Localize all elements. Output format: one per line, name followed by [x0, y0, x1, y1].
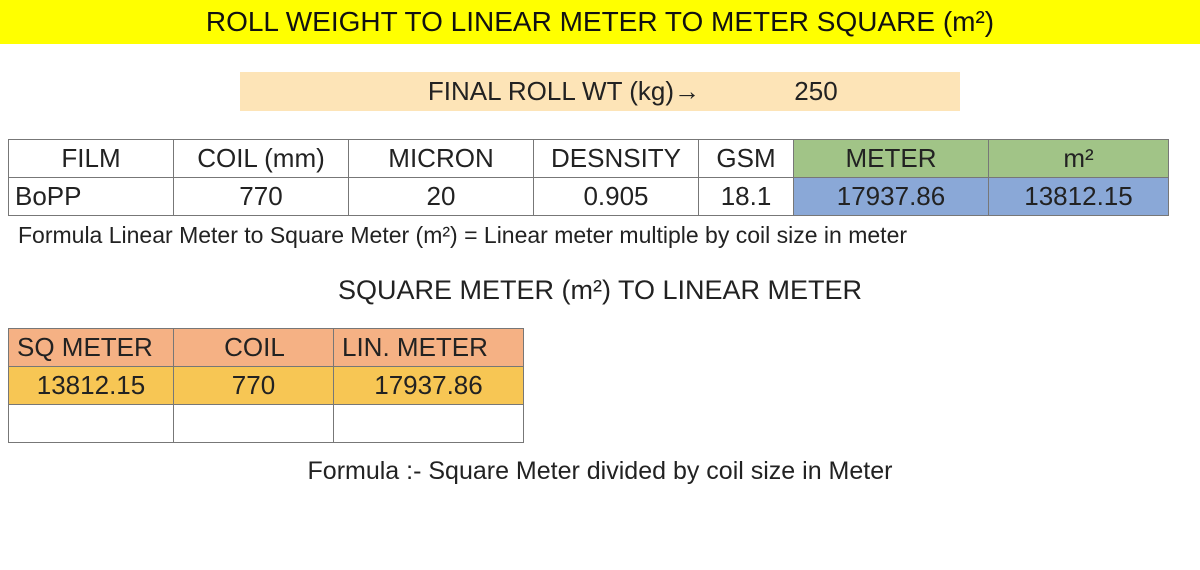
table-row: BoPP 770 20 0.905 18.1 17937.86 13812.15	[9, 178, 1169, 216]
col-header-density: DESNSITY	[534, 140, 699, 178]
formula-linear-to-square: Formula Linear Meter to Square Meter (m²…	[18, 222, 1200, 249]
col-header-meter: METER	[794, 140, 989, 178]
final-roll-weight-label: FINAL ROLL WT (kg)→	[240, 76, 716, 107]
cell-density: 0.905	[534, 178, 699, 216]
cell-empty	[334, 405, 524, 443]
final-roll-weight-value: 250	[716, 76, 916, 107]
page-title: ROLL WEIGHT TO LINEAR METER TO METER SQU…	[0, 0, 1200, 44]
table-row	[9, 405, 524, 443]
page: ROLL WEIGHT TO LINEAR METER TO METER SQU…	[0, 0, 1200, 570]
cell-lin-meter: 17937.86	[334, 367, 524, 405]
table-row: FILM COIL (mm) MICRON DESNSITY GSM METER…	[9, 140, 1169, 178]
col-header-film: FILM	[9, 140, 174, 178]
cell-empty	[9, 405, 174, 443]
conversion-table-2: SQ METER COIL LIN. METER 13812.15 770 17…	[8, 328, 524, 443]
col-header-sq-meter: SQ METER	[9, 329, 174, 367]
final-roll-weight-band: FINAL ROLL WT (kg)→ 250	[240, 72, 960, 111]
cell-coil-2: 770	[174, 367, 334, 405]
col-header-micron: MICRON	[349, 140, 534, 178]
cell-micron: 20	[349, 178, 534, 216]
table-row: 13812.15 770 17937.86	[9, 367, 524, 405]
col-header-m2: m²	[989, 140, 1169, 178]
col-header-lin-meter: LIN. METER	[334, 329, 524, 367]
cell-coil: 770	[174, 178, 349, 216]
col-header-coil: COIL (mm)	[174, 140, 349, 178]
formula-square-to-linear: Formula :- Square Meter divided by coil …	[0, 457, 1200, 486]
cell-empty	[174, 405, 334, 443]
section-title-square-to-linear: SQUARE METER (m²) TO LINEAR METER	[0, 275, 1200, 306]
table-row: SQ METER COIL LIN. METER	[9, 329, 524, 367]
cell-sq-meter: 13812.15	[9, 367, 174, 405]
cell-m2: 13812.15	[989, 178, 1169, 216]
conversion-table-1: FILM COIL (mm) MICRON DESNSITY GSM METER…	[8, 139, 1169, 216]
cell-meter: 17937.86	[794, 178, 989, 216]
cell-gsm: 18.1	[699, 178, 794, 216]
col-header-coil-2: COIL	[174, 329, 334, 367]
cell-film: BoPP	[9, 178, 174, 216]
col-header-gsm: GSM	[699, 140, 794, 178]
